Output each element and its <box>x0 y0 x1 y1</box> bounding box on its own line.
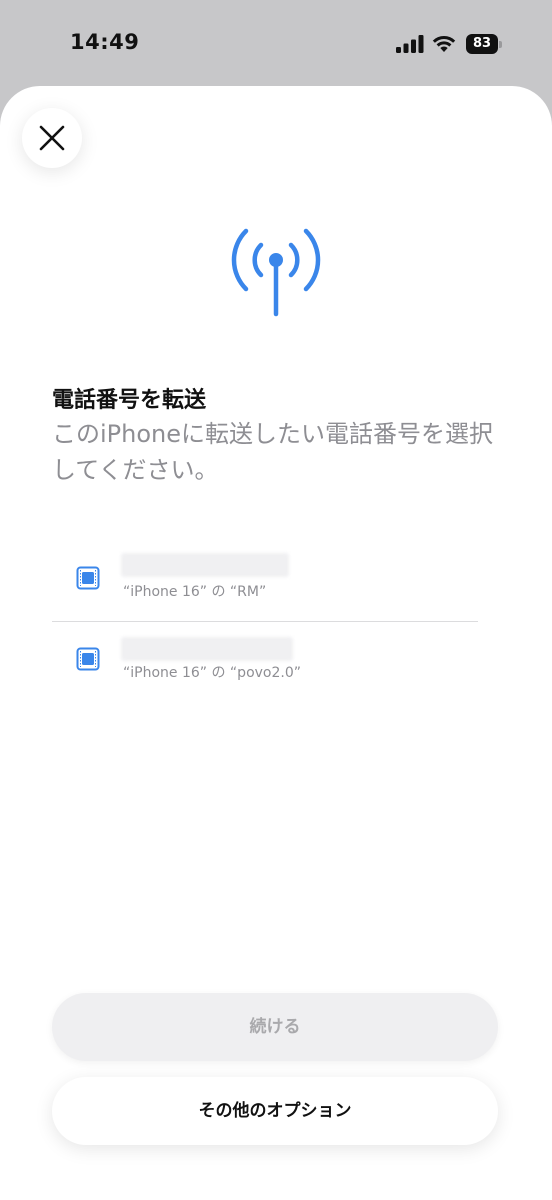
wifi-icon <box>432 35 456 52</box>
close-button[interactable] <box>22 108 82 168</box>
status-bar: 14:49 83 <box>0 0 552 86</box>
sim-card-icon <box>76 647 100 671</box>
sim-card-icon <box>76 566 100 590</box>
signal-icon <box>396 35 424 53</box>
sim-label: “iPhone 16” の “povo2.0” <box>123 665 302 681</box>
transfer-number-sheet: 電話番号を転送 このiPhoneに転送したい電話番号を選択してください。 “iP… <box>0 86 552 1200</box>
close-icon <box>39 125 65 151</box>
battery-level: 83 <box>466 34 498 54</box>
other-options-button[interactable]: その他のオプション <box>52 1077 498 1145</box>
sim-label: “iPhone 16” の “RM” <box>123 584 267 600</box>
battery-cap <box>499 41 502 48</box>
status-time: 14:49 <box>70 30 140 54</box>
redacted-phone-number <box>121 553 289 577</box>
redacted-phone-number <box>121 637 293 661</box>
phone-number-option-povo[interactable]: “iPhone 16” の “povo2.0” <box>52 621 478 702</box>
continue-button[interactable]: 続ける <box>52 993 498 1061</box>
sheet-title: 電話番号を転送 <box>52 388 207 413</box>
antenna-icon <box>231 228 321 317</box>
battery-icon: 83 <box>466 34 504 54</box>
phone-number-option-rm[interactable]: “iPhone 16” の “RM” <box>52 541 478 621</box>
phone-number-list: “iPhone 16” の “RM” “iPhone 16” の “povo2.… <box>52 541 478 702</box>
sheet-description: このiPhoneに転送したい電話番号を選択してください。 <box>52 420 494 484</box>
